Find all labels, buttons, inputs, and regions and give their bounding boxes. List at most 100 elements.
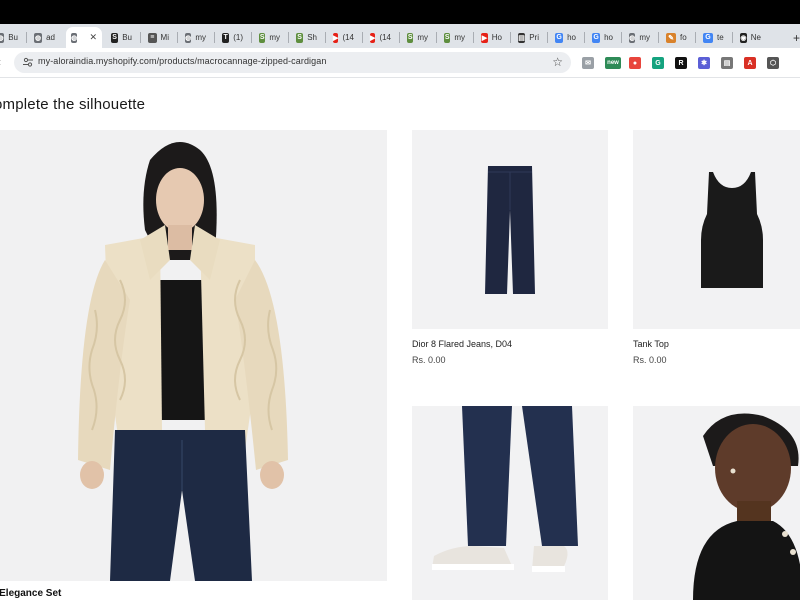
browser-tab[interactable]: Gho — [550, 27, 581, 48]
browser-tab[interactable]: Smy — [254, 27, 285, 48]
google-icon: G — [703, 32, 713, 43]
globe-icon: ◍ — [629, 32, 636, 43]
tab-separator — [510, 32, 511, 43]
tab-label: (14 — [379, 33, 391, 42]
browser-tab[interactable]: Smy — [439, 27, 470, 48]
tab-label: my — [639, 33, 650, 42]
browser-tab[interactable]: ◍ ad — [29, 27, 60, 48]
browser-tab[interactable]: ◍ ✕ — [66, 27, 102, 48]
browser-tab[interactable]: Gte — [698, 27, 729, 48]
model-cardigan-illustration — [0, 130, 387, 581]
shopify-icon: S — [407, 32, 414, 43]
back-arrow-icon[interactable]: ‹ — [0, 55, 1, 69]
feather-icon: ✎ — [666, 32, 676, 43]
product-price-1: Rs. 0.00 — [412, 355, 446, 365]
browser-tab[interactable]: Gho — [587, 27, 618, 48]
browser-tab[interactable]: ◍ my — [180, 27, 211, 48]
browser-tab[interactable]: ◍ my — [624, 27, 655, 48]
browser-tab[interactable]: ◍ Bu — [0, 27, 23, 48]
site-info-icon[interactable] — [22, 56, 34, 68]
tab-separator — [473, 32, 474, 43]
doc-icon: ▤ — [518, 32, 526, 43]
tab-label: te — [717, 33, 724, 42]
product-title-1[interactable]: Dior 8 Flared Jeans, D04 — [412, 339, 512, 349]
url-text[interactable]: my-aloraindia.myshopify.com/products/mac… — [38, 56, 326, 66]
tab-separator — [732, 32, 733, 43]
tab-label: Bu — [122, 33, 132, 42]
browser-tab[interactable]: ▤ Pri — [513, 27, 544, 48]
globe-icon: ◍ — [71, 32, 78, 43]
shopify-icon: S — [444, 32, 451, 43]
ext-color-icon[interactable]: ● — [629, 57, 641, 69]
youtube-icon: ▶ — [370, 32, 376, 43]
shopify-icon: S — [259, 32, 266, 43]
browser-tab[interactable]: ✎ fo — [661, 27, 692, 48]
jeans-sneakers-illustration — [412, 406, 608, 600]
tab-separator — [362, 32, 363, 43]
shopify-icon: S — [111, 32, 119, 43]
browser-tab[interactable]: ▶ Ho — [476, 27, 507, 48]
tab-separator — [214, 32, 215, 43]
product-image-black-top-model[interactable] — [633, 406, 800, 600]
browser-tab[interactable]: ≡ Mi — [143, 27, 174, 48]
shopify-icon: S — [296, 32, 304, 43]
globe-icon: ◍ — [0, 32, 5, 43]
tab-strip: ◍ Bu ◍ ad ◍ ✕ S Bu ≡ Mi ◍ my T (1) Smy S Sh ▶ (14 ▶ (14 Smy Sm… — [0, 24, 800, 48]
tab-label: (1) — [233, 33, 243, 42]
globe-icon: ◍ — [185, 32, 192, 43]
tab-separator — [399, 32, 400, 43]
bookmark-star-icon[interactable]: ☆ — [552, 55, 563, 69]
browser-tab[interactable]: ▶ (14 — [328, 27, 359, 48]
tab-separator — [547, 32, 548, 43]
tab-separator — [436, 32, 437, 43]
tab-separator — [325, 32, 326, 43]
youtube-icon: ▶ — [481, 32, 488, 43]
tab-label: ho — [567, 33, 576, 42]
browser-tab[interactable]: Smy — [402, 27, 433, 48]
browser-tab[interactable]: S Bu — [106, 27, 137, 48]
tab-separator — [288, 32, 289, 43]
tab-separator — [621, 32, 622, 43]
tab-separator — [584, 32, 585, 43]
tab-separator — [177, 32, 178, 43]
ext-capture-icon[interactable]: ✉ — [582, 57, 594, 69]
youtube-icon: ▶ — [333, 32, 339, 43]
tab-separator — [695, 32, 696, 43]
browser-tab[interactable]: T (1) — [217, 27, 248, 48]
tab-label: Sh — [307, 33, 317, 42]
browser-tab[interactable]: S Sh — [291, 27, 322, 48]
ext-pdf-icon[interactable]: A — [744, 57, 756, 69]
tab-separator — [658, 32, 659, 43]
tab-separator — [251, 32, 252, 43]
google-icon: G — [555, 32, 564, 43]
ext-grammarly-icon[interactable]: G — [652, 57, 664, 69]
ext-new-icon[interactable]: new — [605, 57, 621, 69]
tab-separator — [140, 32, 141, 43]
ext-gear-icon[interactable]: ✱ — [698, 57, 710, 69]
tab-label: Bu — [8, 33, 18, 42]
ext-r-icon[interactable]: R — [675, 57, 687, 69]
google-icon: G — [592, 32, 601, 43]
product-image-tank-top[interactable] — [633, 130, 800, 329]
close-tab-icon[interactable]: ✕ — [89, 32, 97, 43]
product-title-2[interactable]: Tank Top — [633, 339, 669, 349]
tab-separator — [26, 32, 27, 43]
screen-bezel — [0, 0, 800, 24]
ext-doc-icon[interactable]: ▤ — [721, 57, 733, 69]
browser-tab[interactable]: ◉ Ne — [735, 27, 766, 48]
hero-product-image[interactable] — [0, 130, 387, 581]
ext-puzzle-icon[interactable]: ⬡ — [767, 57, 779, 69]
hero-product-title[interactable]: al Elegance Set — [0, 588, 61, 599]
address-bar[interactable]: my-aloraindia.myshopify.com/products/mac… — [14, 52, 571, 73]
product-image-jeans-sneakers[interactable] — [412, 406, 608, 600]
product-image-jeans[interactable] — [412, 130, 608, 329]
tab-label: ad — [46, 33, 55, 42]
browser-toolbar: ‹ my-aloraindia.myshopify.com/products/m… — [0, 48, 800, 78]
new-tab-button[interactable]: + — [788, 27, 800, 48]
tab-label: my — [454, 33, 465, 42]
tab-label: fo — [680, 33, 687, 42]
tab-label: my — [417, 33, 428, 42]
github-icon: ◉ — [740, 32, 747, 43]
tab-label: my — [269, 33, 280, 42]
browser-tab[interactable]: ▶ (14 — [365, 27, 396, 48]
